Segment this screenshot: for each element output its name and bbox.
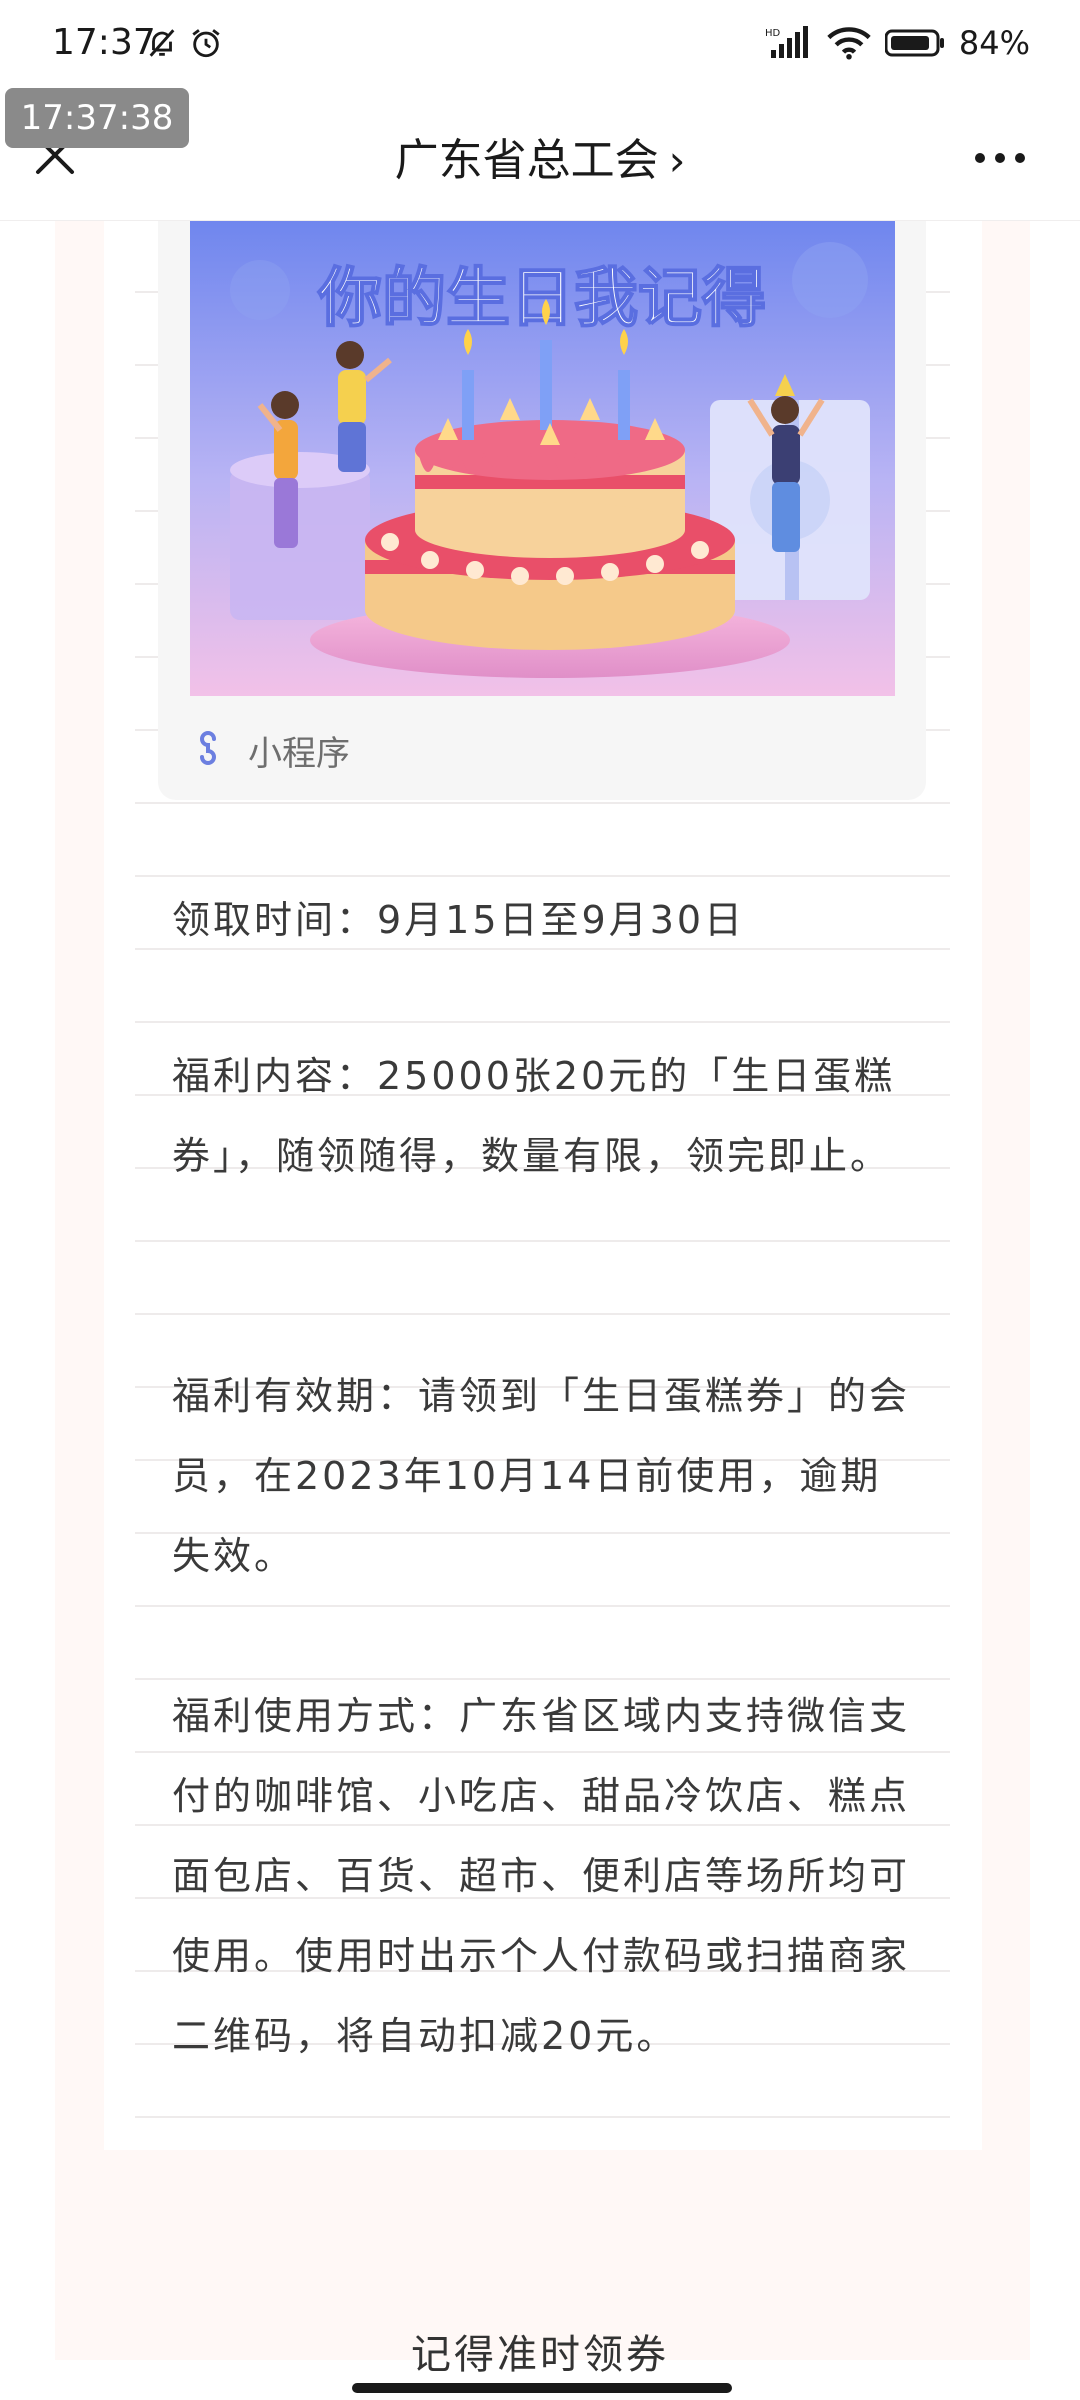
reminder-text: 记得准时领券	[411, 2332, 669, 2378]
more-icon[interactable]	[970, 148, 1030, 168]
chevron-right-icon: ›	[668, 136, 686, 185]
battery-icon	[884, 29, 944, 57]
status-time: 17:37	[52, 22, 156, 63]
wifi-icon	[827, 27, 871, 60]
benefit-content-text: 福利内容：25000张20元的「生日蛋糕券」，随领随得，数量有限，领完即止。	[172, 1054, 896, 1178]
claim-time-text: 领取时间：9月15日至9月30日	[172, 898, 746, 942]
hd-signal-icon: HD	[765, 26, 808, 58]
banner-title: 你的生日我记得	[317, 262, 766, 336]
battery-percent: 84%	[958, 24, 1030, 62]
usage-text: 福利使用方式：广东省区域内支持微信支付的咖啡馆、小吃店、甜品冷饮店、糕点面包店、…	[172, 1694, 911, 2058]
home-indicator[interactable]	[352, 2383, 732, 2393]
bell-off-icon	[149, 29, 175, 57]
status-icons-right: HD 84%	[765, 24, 1030, 62]
account-title-text: 广东省总工会	[394, 135, 659, 186]
status-icons-left	[145, 26, 223, 60]
mini-program-label: 小程序	[248, 734, 350, 774]
alarm-icon	[192, 29, 220, 58]
svg-text:HD: HD	[765, 28, 781, 39]
status-bar: 17:37 HD 84%	[0, 0, 1080, 90]
mini-program-icon	[200, 730, 216, 765]
screenshot-timestamp: 17:37:38	[5, 88, 189, 148]
birthday-banner-image: 你的生日我记得	[190, 220, 895, 696]
mini-program-banner[interactable]: 你的生日我记得	[190, 220, 895, 696]
validity-text: 福利有效期：请领到「生日蛋糕券」的会员，在2023年10月14日前使用，逾期失效…	[172, 1374, 911, 1578]
mini-program-label-row: 小程序	[192, 726, 350, 775]
